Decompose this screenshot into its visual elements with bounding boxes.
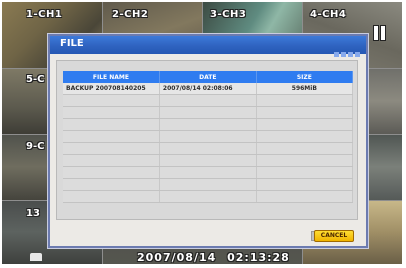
- timestamp: 2007/08/14 02:13:28: [137, 251, 290, 264]
- camera-label-5: 5-C: [26, 74, 45, 85]
- file-table: FILE NAME DATE SIZE BACKUP 200708140205 …: [63, 71, 354, 203]
- dialog-header: FILE: [50, 36, 366, 57]
- table-row[interactable]: [63, 94, 354, 107]
- table-header-row: FILE NAME DATE SIZE: [63, 71, 354, 83]
- table-row[interactable]: [63, 178, 354, 191]
- dialog-header-dots: [332, 42, 360, 61]
- column-header-date[interactable]: DATE: [159, 71, 257, 83]
- table-row[interactable]: [63, 154, 354, 167]
- camera-label-1: 1-CH1: [26, 9, 63, 20]
- camera-label-13: 13: [26, 208, 40, 219]
- cell-date: 2007/08/14 02:08:06: [159, 83, 257, 95]
- cell-size: 596MiB: [256, 83, 354, 95]
- file-dialog: FILE FILE NAME DATE SIZE BACKUP 20070814…: [48, 34, 368, 248]
- column-header-file-name[interactable]: FILE NAME: [63, 71, 160, 83]
- dialog-title: FILE: [60, 38, 84, 49]
- table-row[interactable]: [63, 142, 354, 155]
- table-row[interactable]: [63, 190, 354, 203]
- camera-label-2: 2-CH2: [112, 9, 149, 20]
- table-row[interactable]: [63, 118, 354, 131]
- dvr-screen: 1-CH1 2-CH2 3-CH3 4-CH4 5-C 9-C 13 2007/…: [2, 2, 402, 264]
- time-display: 02:13:28: [227, 251, 290, 264]
- column-header-size[interactable]: SIZE: [256, 71, 354, 83]
- camera-label-9: 9-C: [26, 141, 45, 152]
- record-icon: [30, 253, 42, 261]
- date-display: 2007/08/14: [137, 251, 217, 264]
- file-list-pane: FILE NAME DATE SIZE BACKUP 200708140205 …: [56, 60, 358, 241]
- camera-label-3: 3-CH3: [210, 9, 247, 20]
- pause-icon: [374, 26, 386, 40]
- table-row[interactable]: [63, 166, 354, 179]
- table-row[interactable]: [63, 106, 354, 119]
- camera-label-4: 4-CH4: [310, 9, 347, 20]
- table-row[interactable]: [63, 130, 354, 143]
- table-row[interactable]: BACKUP 200708140205 2007/08/14 02:08:06 …: [63, 83, 354, 95]
- cancel-button[interactable]: CANCEL: [314, 230, 354, 242]
- cell-file-name: BACKUP 200708140205: [63, 83, 160, 95]
